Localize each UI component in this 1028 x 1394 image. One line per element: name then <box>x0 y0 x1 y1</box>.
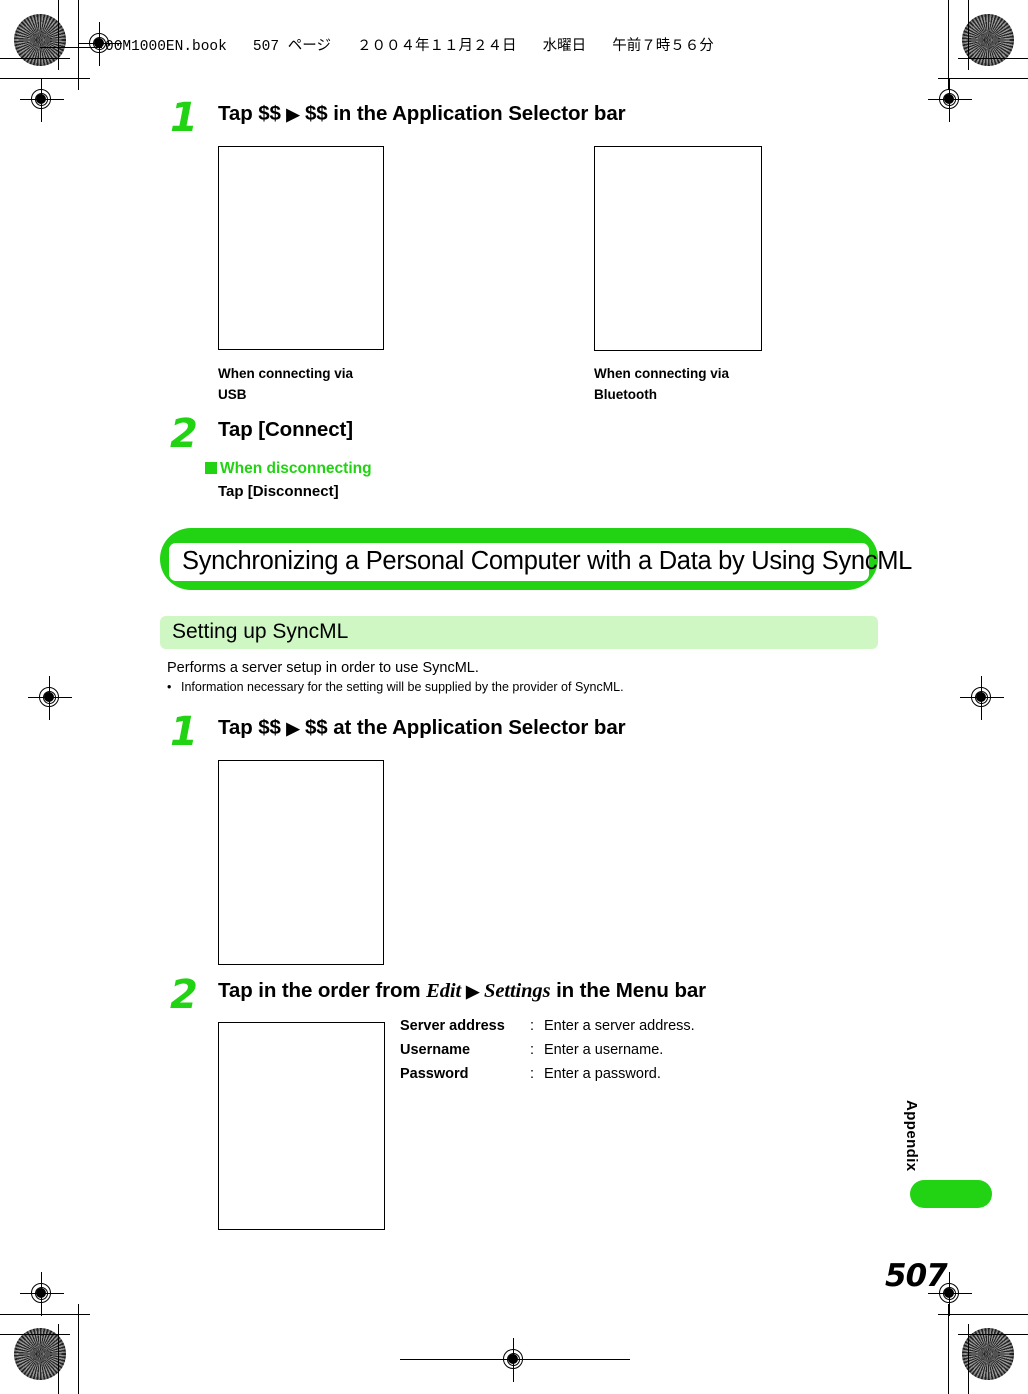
settings-term: Username <box>400 1042 471 1058</box>
settings-description: Enter a server address. <box>544 1018 695 1034</box>
screenshot-caption-bluetooth: When connecting via Bluetooth <box>594 363 729 405</box>
screenshot-caption-usb: When connecting via USB <box>218 363 353 405</box>
step-2-bottom-menu-settings: Settings <box>484 980 551 1002</box>
step-1-top-title-prefix: Tap $$ <box>218 102 287 125</box>
settings-term: Password <box>400 1066 469 1082</box>
arrow-icon: ▶ <box>466 982 480 1001</box>
screenshot-caption-usb-line1: When connecting via <box>218 366 354 381</box>
step-1-top-title: Tap $$ ▶ $$ in the Application Selector … <box>218 102 626 126</box>
step-1-top-number: 1 <box>170 95 198 141</box>
side-tab-label: Appendix <box>903 1100 920 1172</box>
settings-description: Enter a username. <box>544 1042 664 1058</box>
section-banner: Synchronizing a Personal Computer with a… <box>160 528 912 590</box>
settings-separator: : <box>530 1042 535 1058</box>
side-tab-marker <box>910 1180 992 1208</box>
step-2-bottom-number: 2 <box>170 972 198 1018</box>
settings-separator: : <box>530 1018 535 1034</box>
screenshot-placeholder-bluetooth <box>594 146 762 351</box>
section-banner-title: Synchronizing a Personal Computer with a… <box>182 547 913 575</box>
screenshot-placeholder-syncml-settings <box>218 1022 385 1230</box>
section-intro-text: Performs a server setup in order to use … <box>167 660 479 676</box>
arrow-icon: ▶ <box>286 719 300 738</box>
step-2-top-title: Tap [Connect] <box>218 418 353 441</box>
settings-term: Server address <box>400 1018 505 1034</box>
settings-description: Enter a password. <box>544 1066 661 1082</box>
settings-definition-list: Server address : Enter a server address.… <box>400 1018 695 1090</box>
section-bullet-text: Information necessary for the setting wi… <box>181 680 624 694</box>
disconnect-note-heading-text: When disconnecting <box>220 460 372 477</box>
step-1-bottom-title-suffix: $$ at the Application Selector bar <box>299 716 626 739</box>
page-content: 1 Tap $$ ▶ $$ in the Application Selecto… <box>0 0 1028 1394</box>
subsection-banner-title: Setting up SyncML <box>172 620 349 643</box>
screenshot-placeholder-usb <box>218 146 384 350</box>
step-2-top-number: 2 <box>170 411 198 457</box>
page-number: 507 <box>885 1258 948 1294</box>
screenshot-caption-bluetooth-line2: Bluetooth <box>594 387 657 402</box>
screenshot-placeholder-syncml-app <box>218 760 384 965</box>
disconnect-note-heading: When disconnecting <box>205 460 372 478</box>
section-banner-inner: Synchronizing a Personal Computer with a… <box>169 543 912 581</box>
subsection-banner: Setting up SyncML <box>160 616 878 649</box>
disconnect-note-body: Tap [Disconnect] <box>218 483 339 500</box>
settings-row: Username : Enter a username. <box>400 1042 695 1066</box>
settings-row: Server address : Enter a server address. <box>400 1018 695 1042</box>
settings-separator: : <box>530 1066 535 1082</box>
step-1-bottom-number: 1 <box>170 709 198 755</box>
square-bullet-icon <box>205 462 217 474</box>
settings-row: Password : Enter a password. <box>400 1066 695 1090</box>
arrow-icon: ▶ <box>286 105 300 124</box>
section-bullet-item: • Information necessary for the setting w… <box>167 680 624 694</box>
bullet-dot-icon: • <box>167 680 172 694</box>
step-1-bottom-title-prefix: Tap $$ <box>218 716 287 739</box>
screenshot-caption-bluetooth-line1: When connecting via <box>594 366 730 381</box>
step-2-bottom-title: Tap in the order from Edit ▶ Settings in t… <box>218 979 706 1003</box>
step-1-bottom-title: Tap $$ ▶ $$ at the Application Selector … <box>218 716 626 740</box>
screenshot-caption-usb-line2: USB <box>218 387 247 402</box>
step-2-bottom-menu-edit: Edit <box>426 980 462 1002</box>
step-1-top-title-suffix: $$ in the Application Selector bar <box>299 102 626 125</box>
step-2-bottom-title-suffix: in the Menu bar <box>550 979 707 1002</box>
step-2-bottom-title-prefix: Tap in the order from <box>218 979 427 1002</box>
